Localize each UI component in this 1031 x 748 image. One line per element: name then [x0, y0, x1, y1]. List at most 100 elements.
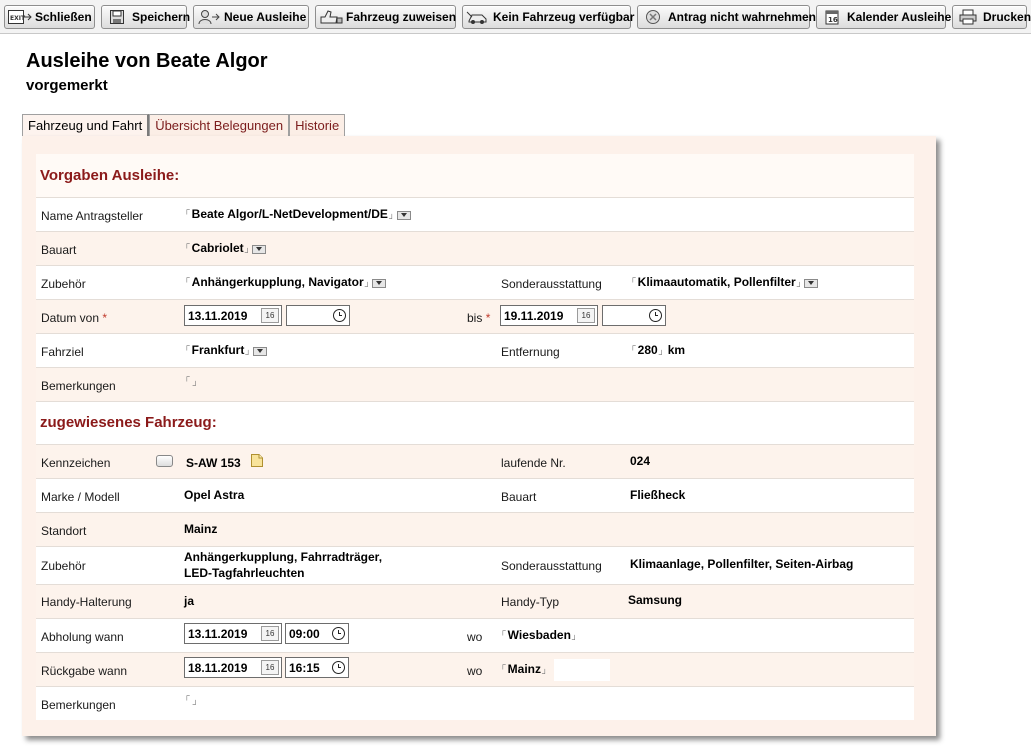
applicant-field[interactable]: ┌ Beate Algor/L-NetDevelopment/DE ┘ — [184, 205, 411, 223]
calendar-icon[interactable]: 16 — [261, 660, 279, 675]
loan-calendar-button[interactable]: 16 Kalender Ausleihe — [816, 5, 951, 29]
type-row: Bauart ┌ Cabriolet ┘ — [36, 231, 914, 265]
vehicle-section-title: zugewiesenes Fahrzeug: — [40, 414, 217, 431]
distance-value: 280 — [637, 343, 658, 357]
vehicle-type-label: Bauart — [501, 490, 537, 504]
pickup-date-input[interactable]: 13.11.2019 16 — [184, 623, 282, 644]
model-label: Marke / Modell — [41, 490, 120, 504]
accessories-label: Zubehör — [41, 277, 86, 291]
location-value: Mainz — [184, 522, 218, 536]
note-icon[interactable] — [251, 454, 263, 470]
destination-value: Frankfurt — [191, 343, 245, 357]
running-number-label: laufende Nr. — [501, 456, 566, 470]
special-equipment-field[interactable]: ┌ Klimaautomatik, Pollenfilter ┘ — [630, 273, 819, 291]
clock-icon[interactable] — [332, 661, 345, 674]
new-loan-icon — [197, 9, 221, 25]
accessories-dropdown-icon[interactable] — [372, 278, 387, 288]
print-button-label: Drucken — [983, 10, 1031, 24]
calendar-icon[interactable]: 16 — [261, 308, 279, 323]
vehicle-type-value: Fließheck — [630, 488, 686, 502]
calendar-icon[interactable]: 16 — [261, 626, 279, 641]
vehicle-special-label: Sonderausstattung — [501, 559, 602, 573]
applicant-value: Beate Algor/L-NetDevelopment/DE — [191, 207, 388, 221]
close-button[interactable]: EXIT Schließen — [4, 5, 95, 29]
plate-button[interactable] — [156, 455, 173, 467]
special-equipment-label: Sonderausstattung — [501, 277, 602, 291]
tab-booking-overview[interactable]: Übersicht Belegungen — [149, 114, 290, 136]
destination-dropdown-icon[interactable] — [253, 346, 268, 356]
calendar-icon: 16 — [820, 9, 844, 25]
time-to-input[interactable] — [602, 305, 666, 326]
print-button[interactable]: Drucken — [952, 5, 1031, 29]
return-where-field[interactable]: ┌ Mainz ┘ — [500, 660, 548, 678]
calendar-icon[interactable]: 16 — [577, 308, 595, 323]
status-subtitle: vorgemerkt — [26, 77, 108, 94]
date-row: Datum von * 13.11.2019 16 bis * 19.11.20… — [36, 299, 914, 333]
clock-icon[interactable] — [333, 309, 346, 322]
save-button-label: Speichern — [132, 10, 191, 24]
exit-icon: EXIT — [8, 9, 32, 25]
vehicle-remarks-label: Bemerkungen — [41, 698, 116, 712]
tab-vehicle-and-trip[interactable]: Fahrzeug und Fahrt — [22, 114, 150, 136]
distance-unit: km — [667, 343, 686, 357]
pickup-where-label: wo — [467, 630, 483, 644]
time-from-input[interactable] — [286, 305, 350, 326]
pickup-label: Abholung wann — [41, 630, 124, 644]
request-remarks-field[interactable]: ┌ ┘ — [184, 372, 198, 390]
no-vehicle-icon — [466, 9, 490, 25]
tab-history[interactable]: Historie — [289, 114, 346, 136]
assign-vehicle-icon — [319, 9, 343, 25]
request-section-title: Vorgaben Ausleihe: — [40, 167, 180, 184]
return-where-blank — [554, 659, 610, 681]
page-title: Ausleihe von Beate Algor — [26, 50, 268, 72]
assign-vehicle-button[interactable]: Fahrzeug zuweisen — [315, 5, 456, 29]
return-where-label: wo — [467, 664, 483, 678]
vehicle-accessories-row: Zubehör Anhängerkupplung, Fahrradträger,… — [36, 546, 914, 584]
pickup-row: Abholung wann 13.11.2019 16 09:00 wo ┌ Wi… — [36, 618, 914, 652]
phone-holder-label: Handy-Halterung — [41, 595, 132, 609]
clock-icon[interactable] — [332, 627, 345, 640]
accessories-value: Anhängerkupplung, Navigator — [191, 275, 364, 289]
type-field[interactable]: ┌ Cabriolet ┘ — [184, 239, 267, 257]
accessories-field[interactable]: ┌ Anhängerkupplung, Navigator ┘ — [184, 273, 387, 291]
new-loan-button[interactable]: Neue Ausleihe — [193, 5, 309, 29]
return-time-input[interactable]: 16:15 — [285, 657, 349, 678]
special-equipment-value: Klimaautomatik, Pollenfilter — [637, 275, 796, 289]
applicant-row: Name Antragsteller ┌ Beate Algor/L-NetDev… — [36, 197, 914, 231]
date-to-input[interactable]: 19.11.2019 16 — [500, 305, 598, 326]
no-vehicle-available-button[interactable]: Kein Fahrzeug verfügbar — [462, 5, 634, 29]
vehicle-accessories-label: Zubehör — [41, 559, 86, 573]
date-to-label: bis * — [467, 311, 491, 325]
pickup-where-value: Wiesbaden — [507, 628, 571, 642]
return-label: Rückgabe wann — [41, 664, 128, 678]
vehicle-special-value: Klimaanlage, Pollenfilter, Seiten-Airbag — [630, 557, 854, 571]
decline-request-button[interactable]: Antrag nicht wahrnehmen — [637, 5, 816, 29]
clock-icon[interactable] — [649, 309, 662, 322]
vehicle-remarks-row: Bemerkungen ┌ ┘ — [36, 686, 914, 720]
return-date-input[interactable]: 18.11.2019 16 — [184, 657, 282, 678]
special-equipment-dropdown-icon[interactable] — [804, 278, 819, 288]
model-value: Opel Astra — [184, 488, 245, 502]
destination-field[interactable]: ┌ Frankfurt ┘ — [184, 341, 268, 359]
applicant-dropdown-icon[interactable] — [396, 210, 411, 220]
svg-text:EXIT: EXIT — [10, 15, 26, 22]
type-label: Bauart — [41, 243, 77, 257]
assign-vehicle-button-label: Fahrzeug zuweisen — [346, 10, 457, 24]
pickup-time-input[interactable]: 09:00 — [285, 623, 349, 644]
date-from-label: Datum von * — [41, 311, 108, 325]
vehicle-remarks-field[interactable]: ┌ ┘ — [184, 691, 198, 709]
save-icon — [105, 9, 129, 25]
accessories-row: Zubehör ┌ Anhängerkupplung, Navigator ┘ So… — [36, 265, 914, 299]
return-where-value: Mainz — [507, 662, 542, 676]
plate-value: S-AW 153 — [186, 456, 241, 470]
date-from-input[interactable]: 13.11.2019 16 — [184, 305, 282, 326]
pickup-where-field[interactable]: ┌ Wiesbaden ┘ — [500, 626, 578, 644]
type-dropdown-icon[interactable] — [252, 244, 267, 254]
new-loan-button-label: Neue Ausleihe — [224, 10, 307, 24]
save-button[interactable]: Speichern — [101, 5, 191, 29]
form-panel: Vorgaben Ausleihe: Name Antragsteller ┌ B… — [22, 136, 936, 736]
destination-label: Fahrziel — [41, 345, 84, 359]
distance-label: Entfernung — [501, 345, 560, 359]
distance-field[interactable]: ┌ 280 ┘ km — [630, 341, 686, 359]
destination-row: Fahrziel ┌ Frankfurt ┘ Entfernung ┌ 280 ┘ km — [36, 333, 914, 367]
